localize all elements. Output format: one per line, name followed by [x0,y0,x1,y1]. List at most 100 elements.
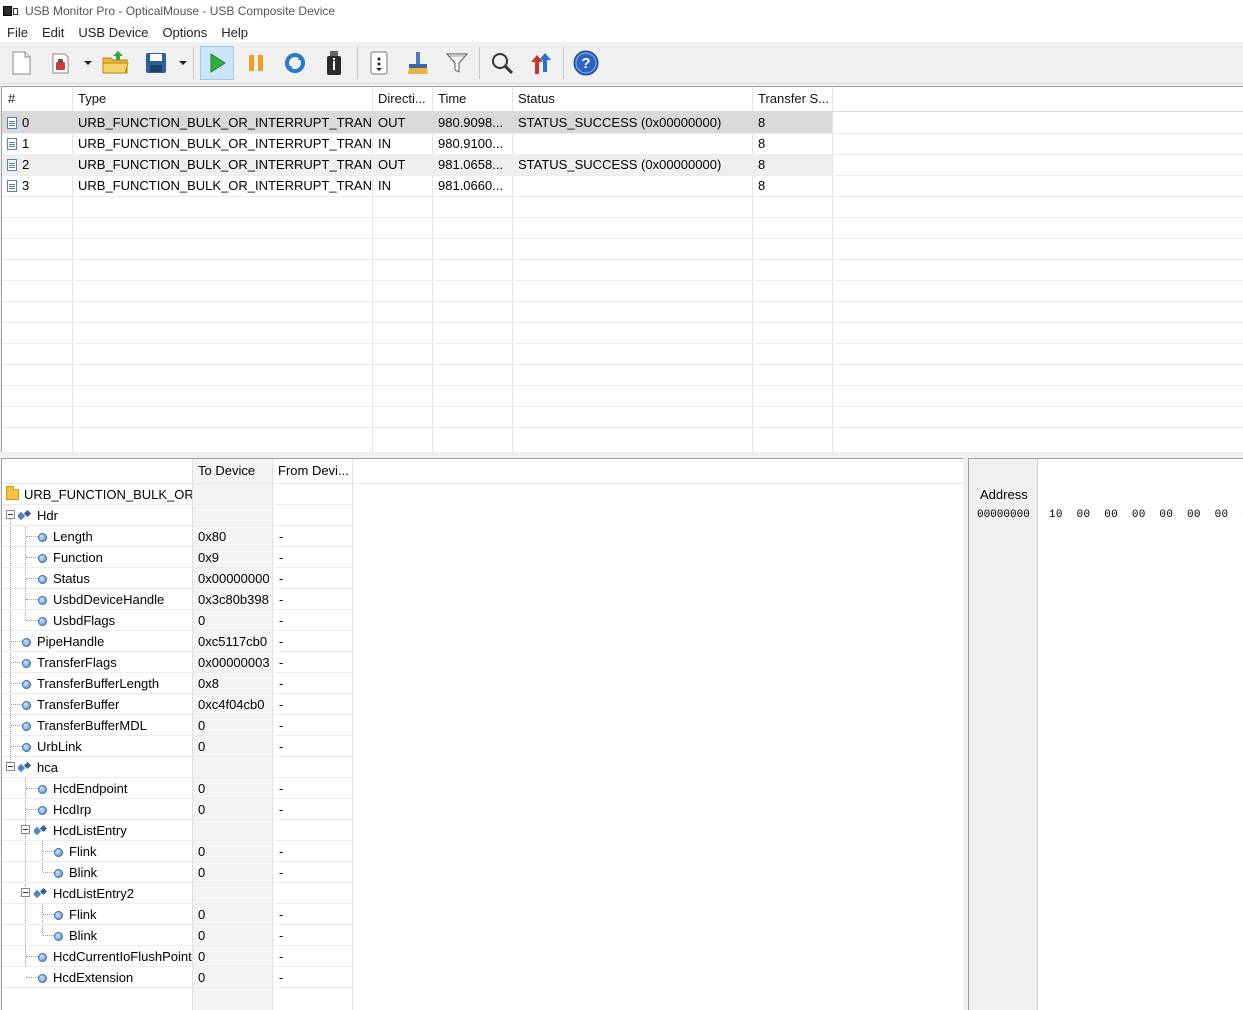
tree-row[interactable]: Hdr [2,505,354,526]
toolbar-separator [193,47,194,79]
filter-icon[interactable] [440,46,474,80]
dropdown-arrow-icon[interactable] [82,46,94,80]
event-list[interactable]: # Type Directi... Time Status Transfer S… [1,86,1243,452]
properties-icon[interactable] [362,46,396,80]
field-icon [54,869,63,878]
column-header-status[interactable]: Status [512,87,752,111]
column-header-direction[interactable]: Directi... [372,87,432,111]
tree-row[interactable]: HcdCurrentIoFlushPointer 0 - [2,946,354,967]
title-bar: USB Monitor Pro - OpticalMouse - USB Com… [0,0,1243,22]
row-direction: OUT [378,115,406,130]
tree-row[interactable]: TransferBufferLength 0x8 - [2,673,354,694]
tree-label: PipeHandle [37,634,105,649]
tree-row[interactable]: hca [2,757,354,778]
table-row[interactable]: 2 URB_FUNCTION_BULK_OR_INTERRUPT_TRANSF.… [2,154,832,175]
tree-row[interactable]: TransferBufferMDL 0 - [2,715,354,736]
dropdown-arrow-icon[interactable] [177,46,189,80]
tree-row-root[interactable]: URB_FUNCTION_BULK_OR_INTERRUPT_TRANSFER [2,484,354,505]
from-device-value: - [279,781,284,796]
folder-icon [6,486,19,500]
column-header-time[interactable]: Time [432,87,512,111]
from-device-value: - [279,865,284,880]
tree-row[interactable]: Status 0x00000000 ( - [2,568,354,589]
collapse-icon[interactable] [6,762,15,771]
tree-row[interactable]: Flink 0 - [2,841,354,862]
row-time: 980.9098... [438,115,504,130]
table-row[interactable]: 0 URB_FUNCTION_BULK_OR_INTERRUPT_TRANSF.… [2,112,832,133]
pause-icon[interactable] [239,46,273,80]
tree-label: Flink [69,844,97,859]
to-device-value: 0 [198,781,206,796]
refresh-icon[interactable] [278,46,312,80]
node-icon [18,511,32,521]
to-device-value: 0 [198,949,206,964]
field-icon [22,722,31,731]
open-session-icon[interactable] [43,46,77,80]
field-icon [22,638,31,647]
column-header-transfer-size[interactable]: Transfer S... [752,87,832,111]
column-header-to-device[interactable]: To Device [192,459,272,483]
window-title: USB Monitor Pro - OpticalMouse - USB Com… [25,4,336,18]
to-device-value: 0 [198,970,206,985]
column-header-type[interactable]: Type [72,87,372,111]
collapse-icon[interactable] [21,825,30,834]
start-icon[interactable] [200,46,234,80]
to-device-value: 0x80 [198,529,227,544]
table-row[interactable]: 1 URB_FUNCTION_BULK_OR_INTERRUPT_TRANSF.… [2,133,832,154]
tree-row[interactable]: PipeHandle 0xc5117cb0 - [2,631,354,652]
collapse-icon[interactable] [21,888,30,897]
tree-row[interactable]: UsbdFlags 0 - [2,610,354,631]
tree-row[interactable]: HcdIrp 0 - [2,799,354,820]
from-device-value: - [279,718,284,733]
tree-row[interactable]: UsbdDeviceHandle 0x3c80b398 - [2,589,354,610]
tree-row[interactable]: HcdListEntry2 [2,883,354,904]
tree-row[interactable]: HcdListEntry [2,820,354,841]
help-icon[interactable]: ? [569,46,603,80]
tree-row[interactable]: Blink 0 - [2,925,354,946]
to-device-value: 0x00000000 ( [198,571,274,586]
tree-row[interactable]: Blink 0 - [2,862,354,883]
save-icon[interactable] [139,46,173,80]
tree-row[interactable]: Length 0x80 - [2,526,354,547]
tree-label: HcdIrp [53,802,92,817]
clear-icon[interactable] [401,46,435,80]
search-icon[interactable] [485,46,519,80]
tree-row[interactable]: HcdEndpoint 0 - [2,778,354,799]
hex-bytes[interactable]: 10 00 00 00 00 00 00 00 [1049,509,1243,521]
menu-edit[interactable]: Edit [35,25,71,40]
row-direction: IN [378,178,391,193]
to-device-value: 0 [198,865,206,880]
menu-help[interactable]: Help [214,25,255,40]
node-icon [18,763,32,773]
device-info-icon[interactable] [317,46,351,80]
sort-icon[interactable] [524,46,558,80]
to-device-value: 0x8 [198,676,219,691]
tree-row[interactable]: TransferBuffer 0xc4f04cb0 - [2,694,354,715]
tree-row[interactable]: HcdExtension 0 - [2,967,354,988]
from-device-value: - [279,928,284,943]
column-header-number[interactable]: # [2,87,72,111]
tree-row[interactable]: Function 0x9 - [2,547,354,568]
row-number: 1 [22,136,30,151]
address-header: Address [980,487,1028,502]
tree-row[interactable]: TransferFlags 0x00000003 ( - [2,652,354,673]
column-header-from-device[interactable]: From Devi... [272,459,352,483]
menu-usb-device[interactable]: USB Device [71,25,155,40]
collapse-icon[interactable] [6,510,15,519]
tree-row[interactable]: Flink 0 - [2,904,354,925]
tree-row[interactable]: UrbLink 0 - [2,736,354,757]
menu-options[interactable]: Options [155,25,214,40]
detail-tree[interactable]: To Device From Devi... URB_FUNCTION_BULK… [1,458,963,1010]
row-direction: IN [378,136,391,151]
new-document-icon[interactable] [4,46,38,80]
row-status: STATUS_SUCCESS (0x00000000) [518,157,722,172]
from-device-value: - [279,571,284,586]
tree-label: TransferBuffer [37,697,120,712]
from-device-value: - [279,676,284,691]
menu-file[interactable]: File [0,25,35,40]
open-folder-icon[interactable] [99,46,133,80]
hex-view[interactable]: Address 00000000 10 00 00 00 00 00 00 00 [968,458,1243,1010]
to-device-value: 0 [198,718,206,733]
table-row[interactable]: 3 URB_FUNCTION_BULK_OR_INTERRUPT_TRANSF.… [2,175,832,196]
tree-label: UsbdDeviceHandle [53,592,165,607]
